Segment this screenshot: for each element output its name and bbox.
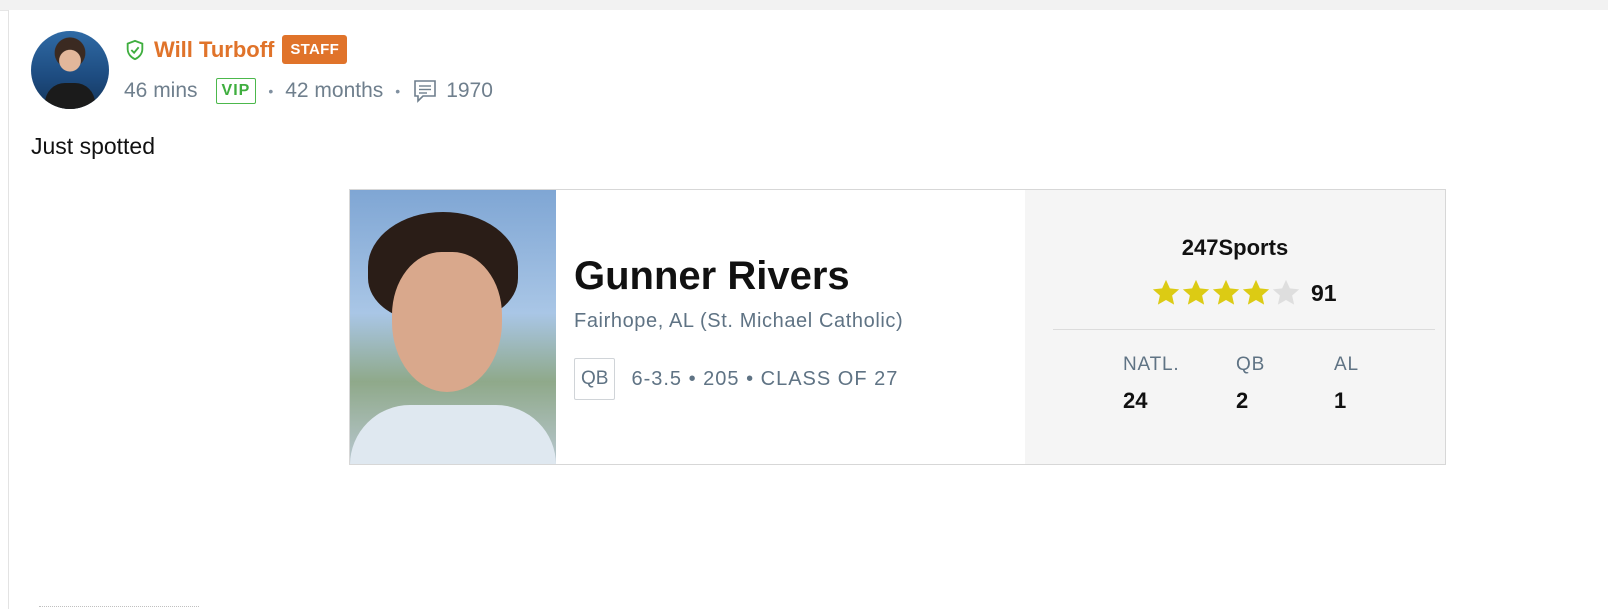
- star-icon: [1152, 279, 1180, 305]
- author-name[interactable]: Will Turboff: [154, 37, 274, 63]
- separator-dot: •: [395, 83, 401, 99]
- author-meta: 46 mins VIP • 42 months • 1970: [124, 78, 493, 104]
- rating-value: 91: [1311, 279, 1337, 306]
- author-avatar[interactable]: [31, 31, 109, 109]
- comment-icon: [414, 80, 437, 103]
- author-name-row: Will Turboff STAFF: [124, 35, 348, 64]
- avatar-shirt: [45, 83, 95, 109]
- star-icon: [1272, 279, 1300, 305]
- post-time: 46 mins: [124, 79, 198, 102]
- rank-label: NATL.: [1123, 354, 1180, 375]
- post-body: Just spotted: [31, 133, 156, 159]
- rank-national: NATL. 24: [1123, 354, 1179, 414]
- separator-dot: •: [268, 83, 274, 99]
- player-name[interactable]: Gunner Rivers: [574, 254, 850, 299]
- rank-position: QB 2: [1236, 354, 1265, 414]
- position-badge: QB: [574, 358, 616, 400]
- player-photo[interactable]: [350, 190, 556, 464]
- star-icon: [1242, 279, 1270, 305]
- shield-check-icon: [126, 39, 144, 60]
- forum-post: Will Turboff STAFF 46 mins VIP • 42 mont…: [8, 10, 1608, 609]
- post-count[interactable]: 1970: [446, 79, 493, 103]
- rank-value: 1: [1334, 388, 1347, 413]
- stars-container: [1151, 278, 1301, 308]
- player-card[interactable]: Gunner Rivers Fairhope, AL (St. Michael …: [349, 189, 1446, 465]
- rating-panel: 247Sports 91 NATL. 24 QB 2 AL 1: [1025, 190, 1445, 464]
- rank-label: AL: [1334, 354, 1359, 375]
- vip-badge: VIP: [215, 78, 257, 104]
- rank-value: 2: [1236, 388, 1249, 413]
- player-position-row: QB 6-3.5 • 205 • CLASS OF 27: [574, 358, 898, 400]
- member-tenure: 42 months: [285, 79, 384, 102]
- photo-face: [392, 252, 502, 392]
- rating-divider: [1053, 329, 1435, 330]
- star-rating: 91: [1151, 278, 1337, 308]
- star-icon: [1182, 279, 1210, 305]
- rank-state: AL 1: [1334, 354, 1359, 414]
- staff-badge: STAFF: [282, 35, 348, 64]
- rank-label: QB: [1236, 354, 1266, 375]
- player-location: Fairhope, AL (St. Michael Catholic): [574, 310, 904, 332]
- photo-shirt: [350, 405, 556, 464]
- rank-value: 24: [1123, 388, 1148, 413]
- player-measurables: 6-3.5 • 205 • CLASS OF 27: [631, 367, 899, 390]
- rating-source: 247Sports: [1181, 235, 1289, 260]
- star-icon: [1212, 279, 1240, 305]
- player-info: Gunner Rivers Fairhope, AL (St. Michael …: [556, 190, 1025, 464]
